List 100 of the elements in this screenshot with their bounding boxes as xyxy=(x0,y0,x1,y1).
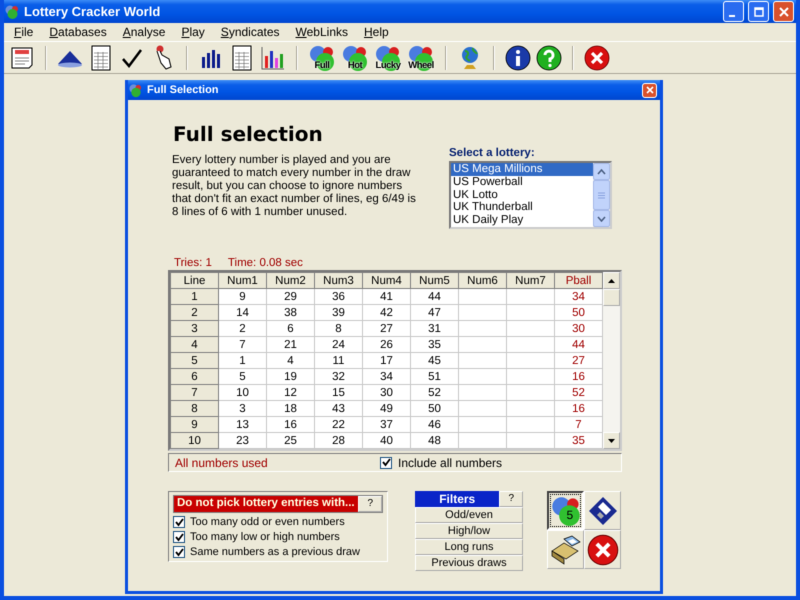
help-icon xyxy=(536,44,562,70)
table-cell: 15 xyxy=(314,384,362,400)
column-header[interactable]: Pball xyxy=(554,272,602,288)
checkbox[interactable] xyxy=(173,516,185,528)
table-cell: 48 xyxy=(410,432,458,448)
help-button[interactable]: ? xyxy=(499,491,523,507)
table-cell: 34 xyxy=(362,368,410,384)
column-header[interactable]: Num3 xyxy=(314,272,362,288)
table-cell: 43 xyxy=(314,400,362,416)
maximize-button[interactable] xyxy=(748,1,769,22)
tries-text: Tries: 1 xyxy=(174,257,212,269)
table-cell: 28 xyxy=(314,432,362,448)
list-item[interactable]: UK Lotto xyxy=(451,188,593,202)
toolbar-button[interactable] xyxy=(535,44,563,72)
checkbox[interactable] xyxy=(380,456,392,468)
column-header[interactable]: Num2 xyxy=(266,272,314,288)
table-cell: 24 xyxy=(314,336,362,352)
menu-item[interactable]: Help xyxy=(356,25,397,39)
filter-button[interactable]: Odd/even xyxy=(415,507,523,523)
table-cell: 38 xyxy=(266,304,314,320)
table-cell: 25 xyxy=(266,432,314,448)
table-cell: 31 xyxy=(410,320,458,336)
checkbox-label: Too many odd or even numbers xyxy=(190,516,345,528)
menu-item[interactable]: Syndicates xyxy=(212,25,288,39)
close-icon xyxy=(646,86,654,94)
table-cell: 45 xyxy=(410,352,458,368)
table-cell: 22 xyxy=(314,416,362,432)
minimize-button[interactable] xyxy=(723,1,744,22)
column-header[interactable]: Num5 xyxy=(410,272,458,288)
app-icon xyxy=(4,4,20,20)
table-cell: 47 xyxy=(410,304,458,320)
close-button[interactable] xyxy=(642,82,657,98)
table-cell: 9 xyxy=(218,288,266,304)
checkbox-label: Include all numbers xyxy=(398,456,502,470)
column-header[interactable]: Line xyxy=(170,272,218,288)
list-item[interactable]: US Powerball xyxy=(451,176,593,189)
table-cell: 21 xyxy=(266,336,314,352)
table-cell: 16 xyxy=(266,416,314,432)
panel-title: Do not pick lottery entries with... xyxy=(174,496,358,512)
table-cell: 26 xyxy=(362,336,410,352)
globe-icon xyxy=(459,44,481,70)
row-header: 8 xyxy=(170,400,218,416)
app-icon xyxy=(128,82,143,98)
action-button[interactable]: 5 xyxy=(547,491,584,530)
table-cell: 52 xyxy=(410,384,458,400)
table-cell: 4 xyxy=(266,352,314,368)
action-button[interactable] xyxy=(547,530,584,569)
action-button[interactable] xyxy=(584,491,621,530)
table-cell: 41 xyxy=(362,288,410,304)
table-cell: 29 xyxy=(266,288,314,304)
lottery-label: Select a lottery: xyxy=(449,147,536,159)
menu-item[interactable]: Analyse xyxy=(114,25,174,39)
scrollbar-thumb[interactable] xyxy=(593,180,610,210)
toolbar-button[interactable] xyxy=(583,44,611,72)
help-button[interactable]: ? xyxy=(358,496,382,512)
menu-item[interactable]: File xyxy=(6,25,42,39)
printer-icon xyxy=(550,534,582,564)
table-cell: 17 xyxy=(362,352,410,368)
balls-icon xyxy=(550,494,582,526)
table-cell: 10 xyxy=(218,384,266,400)
column-header[interactable]: Num7 xyxy=(506,272,554,288)
list-item[interactable]: UK Thunderball xyxy=(451,201,593,214)
lottery-listbox[interactable]: US Mega Millions US Powerball UK Lotto UK Thunderball UK Daily Play xyxy=(449,161,612,229)
bar-chart-icon xyxy=(261,46,285,70)
table-cell: 46 xyxy=(410,416,458,432)
column-header[interactable]: Num4 xyxy=(362,272,410,288)
table-cell: 5 xyxy=(218,368,266,384)
row-header: 1 xyxy=(170,288,218,304)
toolbar-button[interactable] xyxy=(504,44,532,72)
menu-item[interactable]: Play xyxy=(173,25,213,39)
table-cell: 40 xyxy=(362,432,410,448)
table-cell: 2 xyxy=(218,320,266,336)
window-title: Lottery Cracker World xyxy=(24,4,162,19)
column-header[interactable]: Num6 xyxy=(458,272,506,288)
checkbox-label: Same numbers as a previous draw xyxy=(190,546,360,558)
menu-item[interactable]: Databases xyxy=(41,25,115,39)
table-cell: 23 xyxy=(218,432,266,448)
info-icon xyxy=(505,44,531,70)
checkbox[interactable] xyxy=(173,546,185,558)
filter-button[interactable]: Previous draws xyxy=(415,555,523,571)
list-item[interactable]: US Mega Millions xyxy=(451,163,593,176)
list-item[interactable]: UK Daily Play xyxy=(451,214,593,227)
status-text: All numbers used xyxy=(175,456,269,470)
table-cell: 36 xyxy=(314,288,362,304)
column-header[interactable]: Num1 xyxy=(218,272,266,288)
table-cell: 8 xyxy=(314,320,362,336)
table-cell: 27 xyxy=(362,320,410,336)
row-header: 3 xyxy=(170,320,218,336)
row-header: 7 xyxy=(170,384,218,400)
menu-item[interactable]: WebLinks xyxy=(288,25,356,39)
heading: Full selection xyxy=(173,122,324,146)
filter-button[interactable]: Long runs xyxy=(415,539,523,555)
check-icon xyxy=(121,46,143,68)
table-cell: 19 xyxy=(266,368,314,384)
close-button[interactable] xyxy=(773,1,794,22)
checkbox[interactable] xyxy=(173,531,185,543)
action-button[interactable] xyxy=(584,530,621,569)
filter-button[interactable]: High/low xyxy=(415,523,523,539)
table-cell: 30 xyxy=(362,384,410,400)
minimize-icon xyxy=(728,14,734,16)
